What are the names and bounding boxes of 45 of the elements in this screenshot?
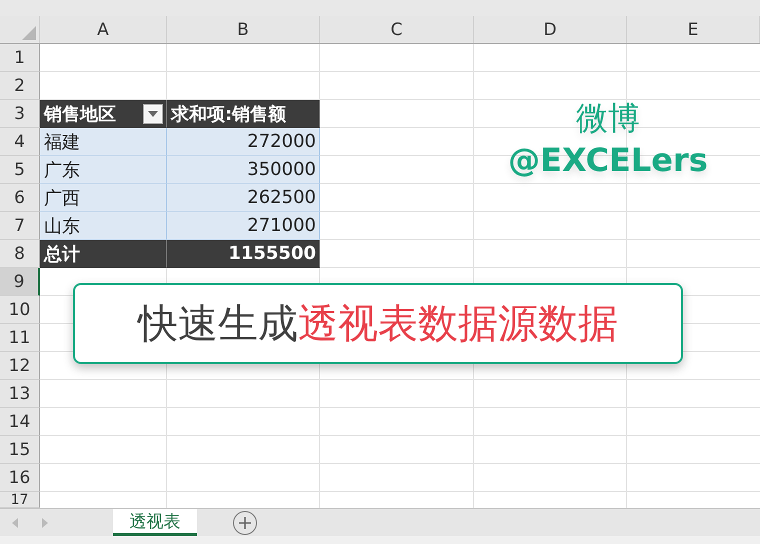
row-header[interactable]: 13 <box>0 380 40 408</box>
right-arrow-icon <box>42 518 48 528</box>
pivot-cell-text: 271000 <box>246 215 316 236</box>
pivot-cell-text: 272000 <box>246 131 316 152</box>
row-header[interactable]: 2 <box>0 72 40 100</box>
pivot-cell-text: 350000 <box>246 159 316 180</box>
column-header[interactable]: C <box>320 16 474 43</box>
row-header[interactable]: 5 <box>0 156 40 184</box>
row-header[interactable]: 17 <box>0 492 40 508</box>
pivot-cell-text: 山东 <box>44 214 81 238</box>
row-header[interactable]: 8 <box>0 240 40 268</box>
caption-banner: 快速生成透视表数据源数据 <box>73 283 683 364</box>
row-header[interactable]: 6 <box>0 184 40 212</box>
row-header[interactable]: 12 <box>0 352 40 380</box>
row-header[interactable]: 9 <box>0 268 40 296</box>
pivot-header-cell-text: 销售地区 <box>44 102 117 126</box>
pivot-cell-text: 福建 <box>44 130 81 154</box>
row-header[interactable]: 11 <box>0 324 40 352</box>
pivot-cell-text: 总计 <box>44 242 81 266</box>
pivot-header-cell-text: 求和项:销售额 <box>171 102 288 126</box>
pivot-cell-text: 262500 <box>246 187 316 208</box>
pivot-cell-text: 广东 <box>44 158 81 182</box>
sheet-tab[interactable]: 透视表 <box>113 509 197 536</box>
row-header[interactable]: 7 <box>0 212 40 240</box>
left-arrow-icon <box>12 518 18 528</box>
column-header[interactable]: D <box>474 16 627 43</box>
plus-icon <box>239 516 251 528</box>
pivot-cell-text: 1155500 <box>227 243 316 264</box>
pivot-cell-text: 广西 <box>44 186 81 210</box>
column-header[interactable]: A <box>40 16 167 43</box>
filter-dropdown-button[interactable] <box>143 104 163 124</box>
row-header[interactable]: 15 <box>0 436 40 464</box>
select-all-icon[interactable] <box>22 26 36 40</box>
row-header[interactable]: 1 <box>0 44 40 72</box>
column-header[interactable]: B <box>167 16 320 43</box>
row-header[interactable]: 4 <box>0 128 40 156</box>
row-header[interactable]: 14 <box>0 408 40 436</box>
row-header[interactable]: 3 <box>0 100 40 128</box>
column-header[interactable]: E <box>627 16 760 43</box>
row-header[interactable]: 10 <box>0 296 40 324</box>
caret-icon <box>148 110 158 116</box>
row-header[interactable]: 16 <box>0 464 40 492</box>
add-sheet-button[interactable] <box>233 510 257 534</box>
brand-handle: @EXCELers <box>508 140 708 181</box>
brand-label: 微博 <box>576 98 640 138</box>
